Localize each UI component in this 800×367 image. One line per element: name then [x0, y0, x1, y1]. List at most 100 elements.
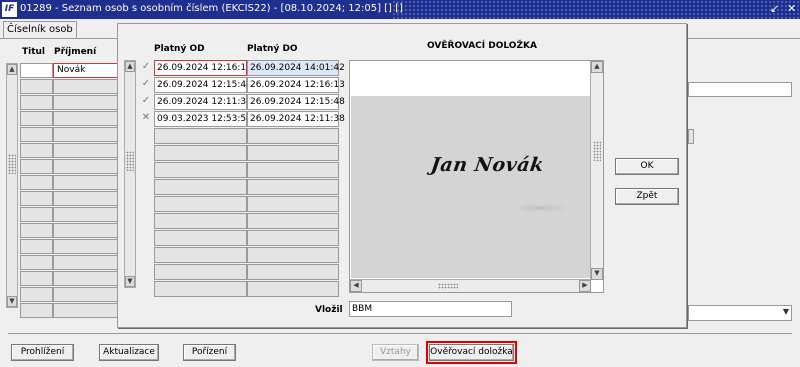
cell-titul[interactable]: [20, 63, 53, 78]
cell-prijmeni[interactable]: [53, 287, 118, 302]
cell-prijmeni[interactable]: [53, 271, 118, 286]
cell-prijmeni[interactable]: [53, 207, 118, 222]
cross-icon: ✕: [141, 112, 151, 123]
cell-platny-od[interactable]: [154, 162, 247, 178]
cell-titul[interactable]: [20, 159, 53, 174]
app-icon: IF: [2, 2, 17, 17]
cell-platny-od[interactable]: [154, 281, 247, 297]
scroll-left-icon[interactable]: ◀: [350, 280, 362, 292]
cell-prijmeni[interactable]: [53, 303, 118, 318]
cell-prijmeni[interactable]: [53, 223, 118, 238]
cell-prijmeni[interactable]: [53, 79, 118, 94]
cell-platny-do[interactable]: 26.09.2024 12:16:13: [247, 77, 345, 93]
cell-platny-do[interactable]: 26.09.2024 12:15:48: [247, 94, 345, 110]
cell-titul[interactable]: [20, 79, 53, 94]
cell-platny-do[interactable]: [247, 179, 339, 195]
aktualizace-button[interactable]: Aktualizace: [99, 344, 159, 361]
cell-prijmeni[interactable]: [53, 191, 118, 206]
scroll-up-icon[interactable]: ▲: [125, 61, 135, 72]
cell-titul[interactable]: [20, 303, 53, 318]
background-text-field[interactable]: [688, 82, 792, 97]
cell-prijmeni[interactable]: [53, 143, 118, 158]
window-title: 01289 - Seznam osob s osobním číslem (EK…: [20, 3, 403, 14]
tab-ciselnik-osob[interactable]: Číselník osob: [3, 21, 77, 39]
cell-titul[interactable]: [20, 191, 53, 206]
prohlizeni-button[interactable]: Prohlížení: [11, 344, 74, 361]
cell-platny-od[interactable]: [154, 145, 247, 161]
cell-platny-do[interactable]: [247, 230, 339, 246]
cell-platny-do[interactable]: 26.09.2024 14:01:42: [247, 60, 345, 76]
panel-horizontal-scrollbar[interactable]: ◀ ▶: [350, 279, 591, 292]
cell-platny-do[interactable]: [247, 247, 339, 263]
vztahy-button[interactable]: Vztahy: [372, 344, 419, 361]
zpet-button[interactable]: Zpět: [615, 188, 679, 205]
cell-prijmeni[interactable]: [53, 175, 118, 190]
cell-platny-do[interactable]: [247, 213, 339, 229]
cell-prijmeni[interactable]: [53, 95, 118, 110]
cell-titul[interactable]: [20, 239, 53, 254]
dialog-list-scrollbar[interactable]: ▲ ▼: [124, 60, 136, 288]
minimize-icon[interactable]: ↙: [770, 2, 779, 16]
scroll-down-icon[interactable]: ▼: [591, 268, 603, 280]
scroll-grip[interactable]: [8, 154, 16, 174]
cell-titul[interactable]: [20, 223, 53, 238]
vlozil-label: Vložil: [315, 305, 343, 315]
cell-platny-do[interactable]: [247, 281, 339, 297]
cell-platny-od[interactable]: [154, 196, 247, 212]
cell-platny-do[interactable]: [247, 196, 339, 212]
cell-platny-od[interactable]: 26.09.2024 12:16:13: [154, 60, 252, 76]
cell-titul[interactable]: [20, 127, 53, 142]
cell-platny-do[interactable]: [247, 162, 339, 178]
scroll-up-icon[interactable]: ▲: [7, 64, 17, 75]
cell-platny-od[interactable]: 26.09.2024 12:11:38: [154, 94, 252, 110]
signature-panel[interactable]: Jan Novák ▲ ▼ ◀ ▶: [349, 60, 604, 293]
background-button-edge[interactable]: [688, 129, 694, 144]
prohlizeni-label: Prohlížení: [20, 347, 65, 357]
scroll-right-icon[interactable]: ▶: [579, 280, 591, 292]
vlozil-field[interactable]: BBM: [349, 301, 512, 317]
cell-platny-od[interactable]: [154, 230, 247, 246]
cell-prijmeni[interactable]: [53, 159, 118, 174]
cell-prijmeni[interactable]: Novák: [53, 63, 118, 78]
cell-prijmeni[interactable]: [53, 255, 118, 270]
scroll-up-icon[interactable]: ▲: [591, 61, 603, 73]
scroll-down-icon[interactable]: ▼: [125, 276, 135, 287]
cell-prijmeni[interactable]: [53, 127, 118, 142]
cell-titul[interactable]: [20, 271, 53, 286]
cell-platny-od[interactable]: [154, 128, 247, 144]
cell-platny-do[interactable]: 26.09.2024 12:11:38: [247, 111, 345, 127]
cell-titul[interactable]: [20, 95, 53, 110]
scroll-down-icon[interactable]: ▼: [7, 296, 17, 307]
ok-label: OK: [640, 161, 654, 171]
check-icon: ✓: [141, 95, 151, 106]
cell-platny-do[interactable]: [247, 264, 339, 280]
background-select[interactable]: ▼: [688, 305, 792, 321]
scroll-grip[interactable]: [126, 151, 134, 171]
cell-platny-od[interactable]: [154, 213, 247, 229]
porizeni-button[interactable]: Pořízení: [183, 344, 236, 361]
ok-button[interactable]: OK: [615, 158, 679, 175]
cell-platny-od[interactable]: 26.09.2024 12:15:48: [154, 77, 252, 93]
scroll-grip[interactable]: [438, 283, 458, 289]
cell-platny-od[interactable]: [154, 247, 247, 263]
cell-platny-do[interactable]: [247, 145, 339, 161]
cell-titul[interactable]: [20, 111, 53, 126]
cell-platny-od[interactable]: 09.03.2023 12:53:58: [154, 111, 252, 127]
close-icon[interactable]: ✕: [787, 2, 796, 16]
cell-platny-do[interactable]: [247, 128, 339, 144]
cell-titul[interactable]: [20, 255, 53, 270]
cell-titul[interactable]: [20, 207, 53, 222]
cell-titul[interactable]: [20, 287, 53, 302]
panel-title: OVĚŘOVACÍ DOLOŽKA: [427, 41, 537, 51]
cell-prijmeni[interactable]: [53, 111, 118, 126]
background-list-scrollbar[interactable]: ▲ ▼: [6, 63, 18, 308]
chevron-down-icon[interactable]: ▼: [783, 307, 789, 316]
panel-vertical-scrollbar[interactable]: ▲ ▼: [590, 61, 603, 280]
cell-titul[interactable]: [20, 143, 53, 158]
cell-prijmeni[interactable]: [53, 239, 118, 254]
cell-platny-od[interactable]: [154, 179, 247, 195]
scroll-grip[interactable]: [593, 141, 601, 161]
overovaci-dolozka-button[interactable]: Ověřovací doložka: [426, 341, 517, 364]
cell-titul[interactable]: [20, 175, 53, 190]
cell-platny-od[interactable]: [154, 264, 247, 280]
